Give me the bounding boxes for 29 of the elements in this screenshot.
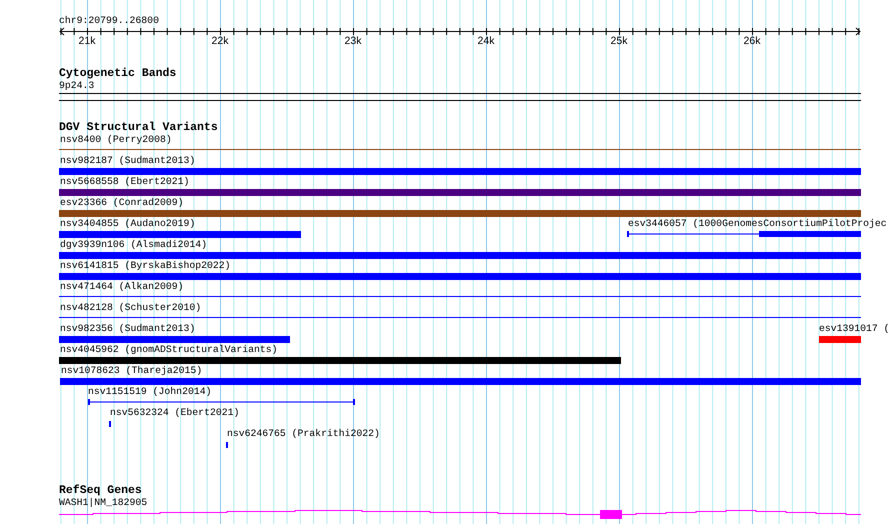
variant-label: nsv471464 (Alkan2009) xyxy=(60,281,184,293)
tick-label: 21k xyxy=(78,35,96,47)
variant-label: esv23366 (Conrad2009) xyxy=(60,197,184,209)
variant-label: nsv982187 (Sudmant2013) xyxy=(60,155,196,167)
tick-label: 26k xyxy=(744,35,760,47)
tick-label: 22k xyxy=(212,35,228,47)
track-title: Cytogenetic Bands xyxy=(59,67,178,80)
variant-label: nsv6246765 (Prakrithi2022) xyxy=(227,428,380,440)
variant-label: esv1391017 ( xyxy=(819,323,890,335)
variant-label: nsv1151519 (John2014) xyxy=(88,386,212,398)
variant-label: nsv6141815 (ByrskaBishop2022) xyxy=(60,260,232,272)
variant-label: nsv982356 (Sudmant2013) xyxy=(60,323,196,335)
variant-label: nsv3404855 (Audano2019) xyxy=(60,218,196,230)
variant-label: nsv5668558 (Ebert2021) xyxy=(60,176,190,188)
tick-label: 24k xyxy=(478,35,494,47)
gene-label: WASH1|NM_182905 xyxy=(59,497,148,509)
location-label: chr9:20799..26800 xyxy=(59,15,160,27)
variant-label: esv3446057 (1000GenomesConsortiumPilotProjec xyxy=(628,218,887,230)
variant-label: nsv5632324 (Ebert2021) xyxy=(110,407,240,419)
tick-label: 23k xyxy=(344,35,362,47)
track-title: DGV Structural Variants xyxy=(59,121,219,134)
track-title: RefSeq Genes xyxy=(59,484,143,497)
variant-label: nsv8400 (Perry2008) xyxy=(60,134,173,146)
variant-label: dgv3939n106 (Alsmadi2014) xyxy=(60,239,208,251)
variant-label: nsv482128 (Schuster2010) xyxy=(60,302,202,314)
variant-label: nsv1078623 (Thareja2015) xyxy=(61,365,204,377)
tick-label: 25k xyxy=(610,35,628,47)
variant-label: nsv4045962 (gnomADStructuralVariants) xyxy=(60,344,279,356)
band-label: 9p24.3 xyxy=(59,80,96,92)
